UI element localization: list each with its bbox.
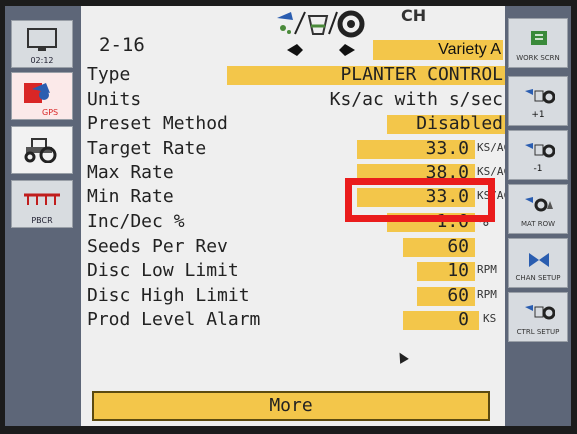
- max-rate-label: Max Rate: [87, 162, 174, 183]
- control-setup-icon: [525, 305, 555, 320]
- chan-setup-label: CHAN SETUP: [515, 274, 561, 282]
- target-rate-value: 33.0: [425, 138, 469, 159]
- prod-level-alarm-value: 0: [458, 309, 469, 330]
- disc-low-limit-value: 10: [447, 260, 469, 281]
- clock-text: 02:12: [30, 56, 54, 65]
- row-preset-method[interactable]: Preset Method Disabled: [87, 113, 505, 137]
- ctrl-setup-button[interactable]: CTRL SETUP: [508, 292, 568, 342]
- mat-row-button[interactable]: MAT ROW: [508, 184, 568, 234]
- disc-high-limit-label: Disc High Limit: [87, 285, 250, 306]
- minus-one-label: -1: [533, 164, 543, 174]
- seeds-per-rev-value: 60: [447, 236, 469, 257]
- seeds-per-rev-label: Seeds Per Rev: [87, 236, 228, 257]
- gps-button[interactable]: GPS: [11, 72, 73, 120]
- chan-setup-button[interactable]: CHAN SETUP: [508, 238, 568, 288]
- row-units[interactable]: Units Ks/ac with s/sec: [87, 89, 505, 113]
- min-rate-highlight-box: [345, 178, 495, 222]
- satellite-icon: [24, 83, 50, 103]
- gps-label: GPS: [42, 108, 59, 117]
- pbcr-label: PBCR: [31, 216, 53, 225]
- channel-label: CH: [401, 6, 427, 25]
- inc-dec-label: Inc/Dec %: [87, 211, 185, 232]
- target-rate-label: Target Rate: [87, 138, 207, 159]
- disc-low-limit-unit: RPM: [477, 263, 497, 276]
- mat-row-icon: [525, 197, 553, 212]
- tractor-button[interactable]: [11, 126, 73, 174]
- min-rate-label: Min Rate: [87, 186, 174, 207]
- disc-high-limit-unit: RPM: [477, 288, 497, 301]
- more-button[interactable]: More: [92, 391, 490, 421]
- units-label: Units: [87, 89, 142, 110]
- planter-icon: [24, 193, 60, 205]
- ctrl-setup-label: CTRL SETUP: [516, 328, 560, 336]
- pbcr-button[interactable]: PBCR: [11, 180, 73, 228]
- page-number: 2-16: [99, 34, 145, 56]
- disc-high-limit-value: 60: [447, 285, 469, 306]
- work-screen-label: WORK SCRN: [516, 54, 560, 62]
- rate-increase-icon: [525, 89, 555, 104]
- row-seeds-per-rev[interactable]: Seeds Per Rev 60: [87, 236, 505, 260]
- work-screen-button[interactable]: WORK SCRN: [508, 18, 568, 68]
- row-disc-high-limit[interactable]: Disc High Limit 60 RPM: [87, 285, 505, 309]
- units-value: Ks/ac with s/sec: [329, 89, 503, 110]
- row-target-rate[interactable]: Target Rate 33.0 KS/AC: [87, 138, 510, 162]
- right-sidebar: WORK SCRN +1 -1 MAT ROW CHAN SETUP CTRL …: [505, 6, 571, 426]
- home-button[interactable]: 02:12: [11, 20, 73, 68]
- type-label: Type: [87, 64, 131, 85]
- type-value: PLANTER CONTROL: [340, 64, 503, 85]
- channel-valve-icon: [529, 253, 549, 267]
- disc-low-limit-label: Disc Low Limit: [87, 260, 239, 281]
- rate-plus-one-button[interactable]: +1: [508, 76, 568, 126]
- preset-method-value: Disabled: [416, 113, 503, 134]
- mat-row-label: MAT ROW: [520, 220, 556, 228]
- prod-level-alarm-label: Prod Level Alarm: [87, 309, 261, 330]
- rate-minus-one-button[interactable]: -1: [508, 130, 568, 180]
- planter-control-icon: [277, 10, 365, 56]
- preset-method-label: Preset Method: [87, 113, 228, 134]
- mouse-cursor-icon: [395, 350, 409, 364]
- prod-level-alarm-unit: KS: [483, 312, 497, 325]
- rate-decrease-icon: [525, 143, 555, 158]
- monitor-icon: [27, 28, 57, 51]
- row-type[interactable]: Type PLANTER CONTROL: [87, 64, 505, 88]
- tractor-icon: [24, 138, 57, 163]
- work-screen-icon: [531, 31, 547, 45]
- variety-field[interactable]: Variety A: [373, 40, 503, 60]
- row-prod-level-alarm[interactable]: Prod Level Alarm 0 KS: [87, 309, 505, 333]
- plus-one-label: +1: [531, 110, 545, 120]
- row-disc-low-limit[interactable]: Disc Low Limit 10 RPM: [87, 260, 505, 284]
- left-sidebar: 02:12 GPS PBCR: [5, 6, 81, 426]
